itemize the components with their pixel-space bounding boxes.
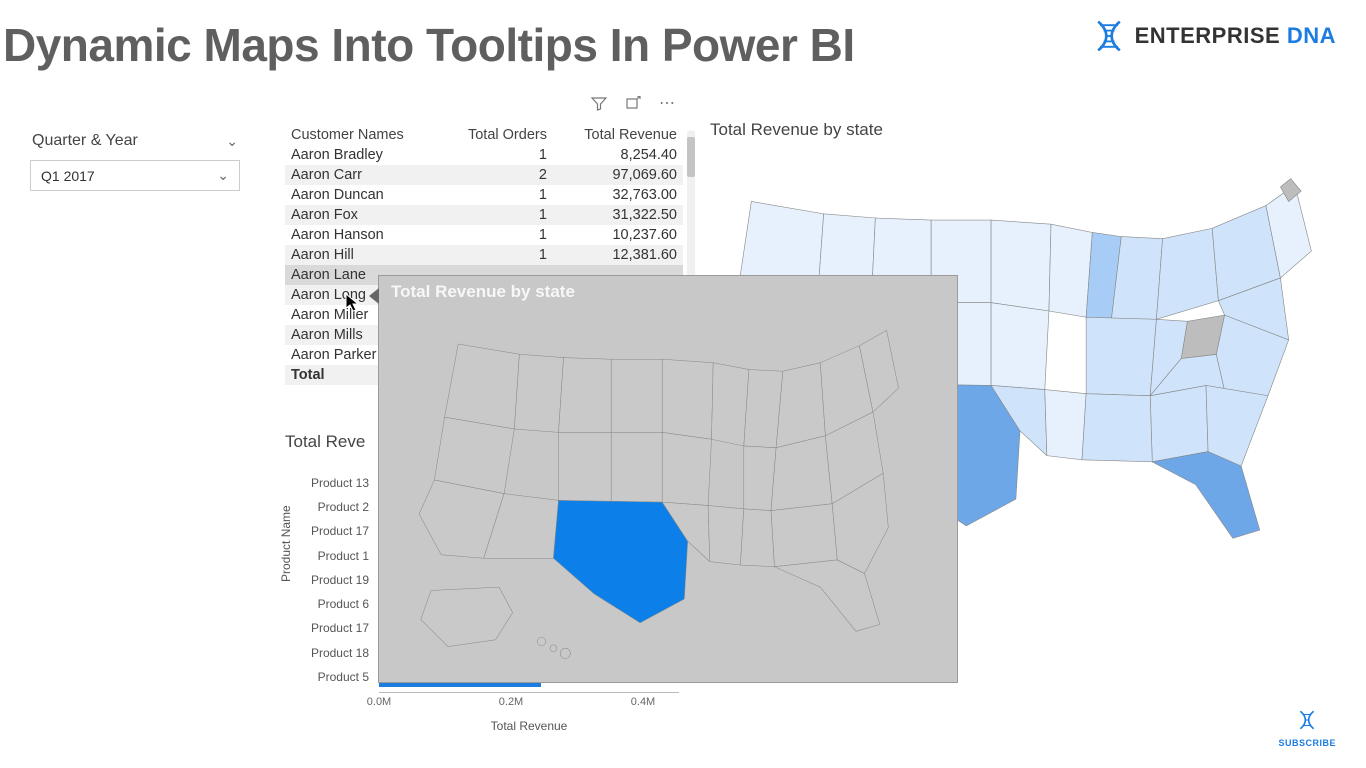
brand-logo: ENTERPRISE DNA	[1091, 18, 1336, 54]
state-florida[interactable]	[1152, 452, 1259, 539]
state-louisiana[interactable]	[1045, 390, 1086, 460]
filter-icon[interactable]	[590, 95, 608, 113]
table-row[interactable]: Aaron Carr297,069.60	[285, 165, 683, 185]
page-title: Dynamic Maps Into Tooltips In Power BI	[3, 18, 855, 72]
map-title: Total Revenue by state	[710, 120, 1350, 140]
bar-label: Product 19	[311, 573, 369, 587]
state[interactable]	[1150, 385, 1208, 461]
cell-revenue: 12,381.60	[553, 245, 683, 265]
state[interactable]	[991, 303, 1049, 390]
tooltip-us-map	[414, 310, 924, 667]
state-hawaii	[537, 637, 546, 646]
column-header[interactable]: Total Revenue	[553, 123, 683, 145]
state[interactable]	[1086, 317, 1156, 396]
tooltip-pointer-icon	[369, 288, 379, 304]
mouse-cursor-icon	[345, 293, 361, 313]
tooltip-title: Total Revenue by state	[391, 282, 945, 302]
cell-revenue: 8,254.40	[553, 145, 683, 165]
table-row[interactable]: Aaron Bradley18,254.40	[285, 145, 683, 165]
state[interactable]	[1049, 224, 1092, 317]
axis-tick: 0.4M	[631, 696, 655, 708]
table-row[interactable]: Aaron Duncan132,763.00	[285, 185, 683, 205]
bar-label: Product 17	[311, 524, 369, 538]
chevron-down-icon: ⌄	[226, 133, 238, 150]
state[interactable]	[1156, 228, 1218, 319]
cell-revenue: 10,237.60	[553, 225, 683, 245]
bar-label: Product 17	[311, 621, 369, 635]
cell-name: Aaron Hanson	[285, 225, 440, 245]
cell-revenue: 31,322.50	[553, 205, 683, 225]
visual-toolbar: ⋯	[590, 95, 676, 113]
table-row[interactable]: Aaron Hill112,381.60	[285, 245, 683, 265]
state[interactable]	[1206, 385, 1268, 466]
cell-orders: 1	[440, 145, 553, 165]
cell-name: Aaron Fox	[285, 205, 440, 225]
cell-name: Aaron Duncan	[285, 185, 440, 205]
table-row[interactable]: Aaron Fox131,322.50	[285, 205, 683, 225]
quarter-year-slicer: Quarter & Year ⌄ Q1 2017 ⌄	[30, 128, 240, 191]
bar-label: Product 6	[318, 597, 369, 611]
cell-name: Aaron Hill	[285, 245, 440, 265]
slicer-dropdown[interactable]: Q1 2017 ⌄	[30, 160, 240, 191]
more-options-icon[interactable]: ⋯	[658, 95, 676, 113]
focus-mode-icon[interactable]	[624, 95, 642, 113]
y-axis-label: Product Name	[279, 505, 293, 582]
bar-label: Product 13	[311, 476, 369, 490]
column-header[interactable]: Total Orders	[440, 123, 553, 145]
cell-name: Aaron Carr	[285, 165, 440, 185]
subscribe-button[interactable]: SUBSCRIBE	[1278, 709, 1336, 748]
table-row[interactable]: Aaron Hanson110,237.60	[285, 225, 683, 245]
revenue-map[interactable]: Total Revenue by state	[710, 120, 1350, 140]
tooltip-map: Total Revenue by state	[378, 275, 958, 683]
dna-icon	[1091, 18, 1127, 54]
state[interactable]	[991, 220, 1051, 311]
axis-tick: 0.0M	[367, 696, 391, 708]
x-axis-label: Total Revenue	[491, 719, 568, 733]
brand-text: ENTERPRISE DNA	[1135, 23, 1336, 49]
cell-revenue: 32,763.00	[553, 185, 683, 205]
cell-orders: 1	[440, 205, 553, 225]
state[interactable]	[1082, 394, 1152, 462]
state-texas-highlighted	[553, 500, 687, 622]
bar-label: Product 18	[311, 646, 369, 660]
slicer-label: Quarter & Year	[32, 132, 138, 150]
cell-orders: 1	[440, 245, 553, 265]
bar-label: Product 2	[318, 500, 369, 514]
state-alaska	[421, 587, 513, 647]
slicer-value: Q1 2017	[41, 168, 95, 184]
chevron-down-icon: ⌄	[217, 167, 229, 184]
dna-icon	[1293, 709, 1321, 731]
cell-orders: 1	[440, 185, 553, 205]
cell-orders: 2	[440, 165, 553, 185]
subscribe-label: SUBSCRIBE	[1278, 738, 1336, 748]
x-axis: 0.0M 0.2M 0.4M Total Revenue	[379, 692, 679, 722]
axis-tick: 0.2M	[499, 696, 523, 708]
bar-label: Product 1	[318, 549, 369, 563]
scroll-thumb[interactable]	[687, 137, 695, 177]
cell-revenue: 97,069.60	[553, 165, 683, 185]
cell-orders: 1	[440, 225, 553, 245]
column-header[interactable]: Customer Names	[285, 123, 440, 145]
cell-name: Aaron Bradley	[285, 145, 440, 165]
bar-label: Product 5	[318, 670, 369, 684]
slicer-header[interactable]: Quarter & Year ⌄	[30, 128, 240, 154]
